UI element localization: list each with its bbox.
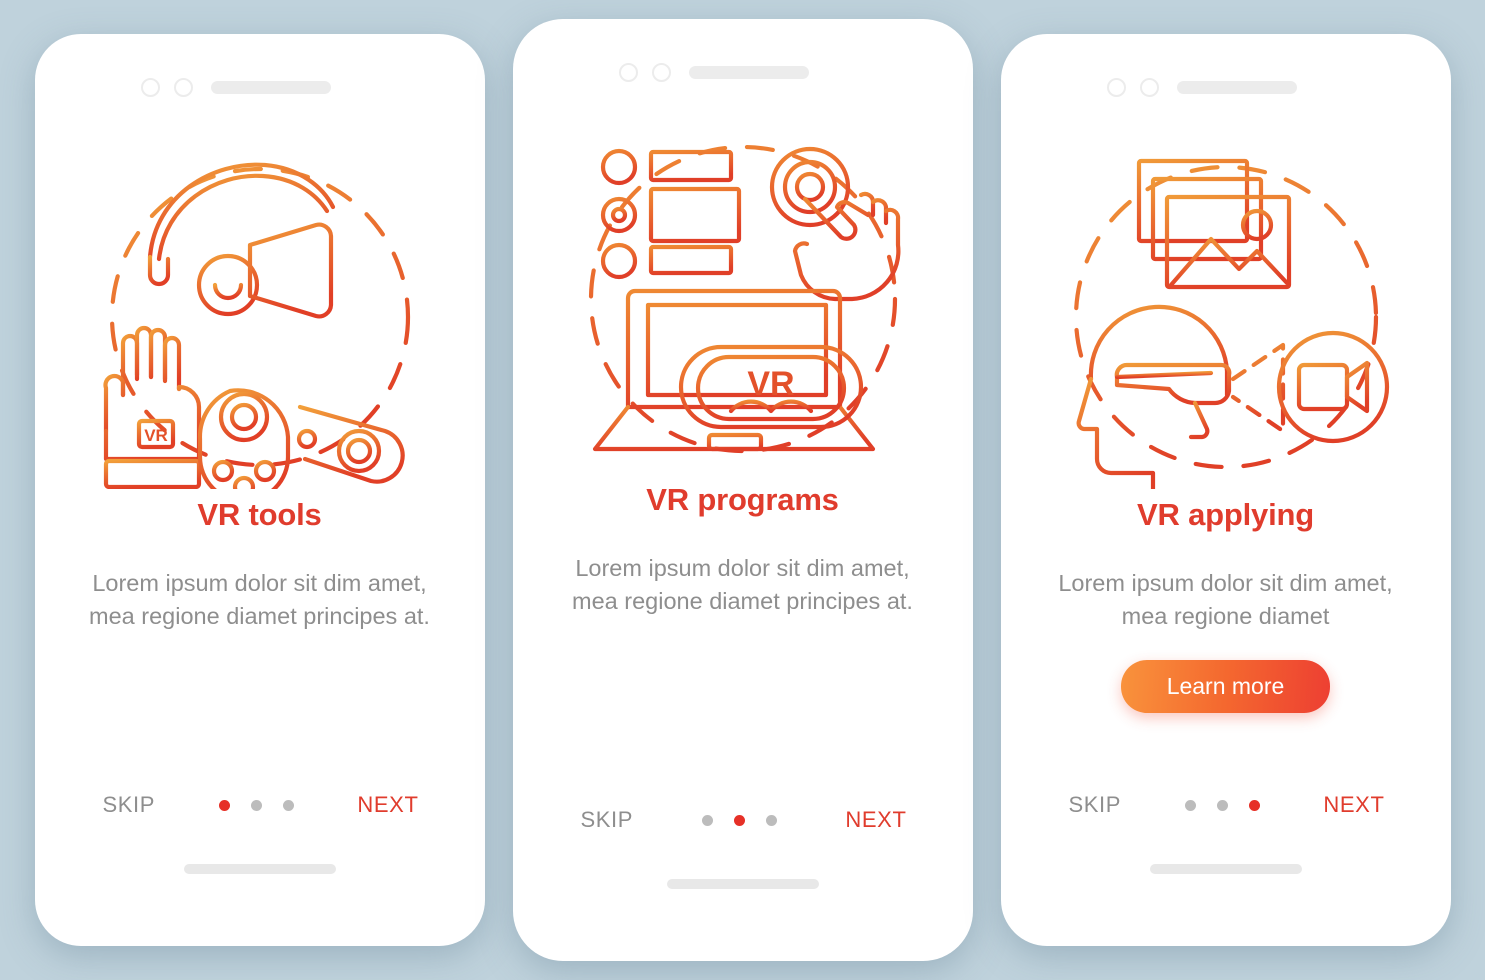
skip-button[interactable]: SKIP [103, 792, 156, 818]
camera-sensor-icon [140, 78, 160, 97]
screen-description: Lorem ipsum dolor sit dim amet, mea regi… [89, 570, 430, 630]
page-dot-1[interactable] [1184, 799, 1196, 811]
onboarding-nav: SKIP NEXT [49, 792, 471, 818]
proximity-sensor-icon [651, 63, 671, 82]
screen-vr-tools: VR VR tools Lorem ipsum dolor sit dim am… [48, 48, 471, 932]
screen-vr-applying: VR applying Lorem ipsum dolor sit dim am… [1014, 48, 1437, 932]
home-indicator-bar[interactable] [183, 864, 336, 874]
page-dot-2[interactable] [1216, 799, 1228, 811]
vr-hardware-illustration: VR [49, 97, 471, 497]
svg-text:VR: VR [144, 426, 168, 445]
status-bar [49, 48, 471, 97]
page-dot-1[interactable] [701, 814, 713, 826]
home-indicator-bar[interactable] [1149, 864, 1302, 874]
vr-software-illustration: VR [527, 82, 959, 482]
screen-title: VR tools [197, 497, 322, 532]
phone-mockup-vr-tools: VR VR tools Lorem ipsum dolor sit dim am… [34, 34, 485, 946]
page-indicator-dots [701, 814, 777, 826]
phone-mockup-vr-programs: VR VR programs Lorem ipsum dolor sit dim… [512, 19, 973, 961]
status-bar [527, 33, 959, 82]
page-dot-2[interactable] [250, 799, 262, 811]
next-button[interactable]: NEXT [845, 807, 906, 833]
speaker-grill-icon [210, 81, 331, 94]
skip-button[interactable]: SKIP [581, 807, 634, 833]
copy-block: VR tools Lorem ipsum dolor sit dim amet,… [49, 497, 471, 634]
skip-button[interactable]: SKIP [1069, 792, 1122, 818]
svg-text:VR: VR [747, 365, 794, 403]
home-indicator-bar[interactable] [666, 879, 819, 889]
learn-more-button[interactable]: Learn more [1120, 659, 1331, 713]
page-indicator-dots [218, 799, 294, 811]
copy-block: VR programs Lorem ipsum dolor sit dim am… [527, 482, 959, 619]
onboarding-nav: SKIP NEXT [1015, 792, 1437, 818]
screen-title: VR programs [646, 482, 839, 517]
speaker-grill-icon [688, 66, 809, 79]
camera-sensor-icon [618, 63, 638, 82]
screen-description: Lorem ipsum dolor sit dim amet, mea regi… [1058, 570, 1393, 630]
home-indicator-area [527, 833, 959, 947]
speaker-grill-icon [1176, 81, 1297, 94]
cta-area: Learn more [1049, 659, 1403, 713]
page-dot-3[interactable] [282, 799, 294, 811]
camera-sensor-icon [1106, 78, 1126, 97]
home-indicator-area [1015, 818, 1437, 932]
proximity-sensor-icon [1139, 78, 1159, 97]
phone-mockup-vr-applying: VR applying Lorem ipsum dolor sit dim am… [1000, 34, 1451, 946]
screen-title: VR applying [1137, 497, 1314, 532]
next-button[interactable]: NEXT [1323, 792, 1384, 818]
copy-block: VR applying Lorem ipsum dolor sit dim am… [1015, 497, 1437, 713]
onboarding-nav: SKIP NEXT [527, 807, 959, 833]
home-indicator-area [49, 818, 471, 932]
page-indicator-dots [1184, 799, 1260, 811]
page-dot-3[interactable] [1248, 799, 1260, 811]
onboarding-screens-stage: VR VR tools Lorem ipsum dolor sit dim am… [0, 0, 1485, 980]
status-bar [1015, 48, 1437, 97]
screen-vr-programs: VR VR programs Lorem ipsum dolor sit dim… [526, 33, 959, 947]
vr-applying-illustration [1015, 97, 1437, 497]
page-dot-1[interactable] [218, 799, 230, 811]
screen-description: Lorem ipsum dolor sit dim amet, mea regi… [572, 555, 913, 615]
page-dot-2[interactable] [733, 814, 745, 826]
proximity-sensor-icon [173, 78, 193, 97]
next-button[interactable]: NEXT [357, 792, 418, 818]
page-dot-3[interactable] [765, 814, 777, 826]
